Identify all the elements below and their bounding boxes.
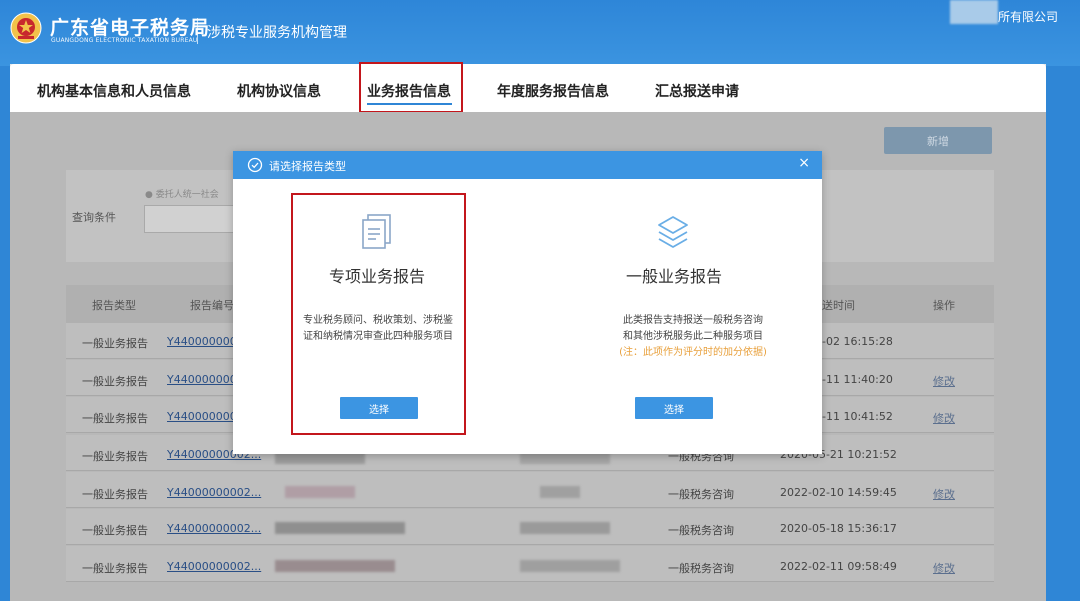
row-time: -11 11:40:20 [822, 373, 893, 386]
row-code-link[interactable]: Y440000000 [167, 335, 237, 348]
row-type: 一般业务报告 [82, 562, 148, 575]
dialog-title: 请选择报告类型 [269, 160, 346, 173]
row-code-link[interactable]: Y440000000 [167, 373, 237, 386]
redacted-block [275, 560, 395, 572]
redacted-block [520, 522, 610, 534]
top-header: 广东省电子税务局 GUANGDONG ELECTRONIC TAXATION B… [0, 0, 1080, 66]
tab-summary-submit[interactable]: 汇总报送申请 [655, 81, 739, 101]
header-divider [197, 18, 198, 44]
row-time: 2022-02-10 14:59:45 [780, 486, 897, 499]
tax-bureau-emblem-icon [10, 12, 42, 44]
close-icon[interactable]: × [798, 155, 810, 171]
th-report-code: 报告编号 [190, 299, 234, 312]
row-type: 一般业务报告 [82, 412, 148, 425]
tab-bar: 机构基本信息和人员信息 机构协议信息 业务报告信息 年度服务报告信息 汇总报送申… [10, 64, 1046, 112]
row-edit-link[interactable]: 修改 [933, 410, 955, 426]
site-subtitle: GUANGDONG ELECTRONIC TAXATION BUREAU [51, 37, 198, 44]
th-report-type: 报告类型 [92, 299, 136, 312]
row-edit-link[interactable]: 修改 [933, 486, 955, 502]
row-edit-link[interactable]: 修改 [933, 560, 955, 576]
site-title: 广东省电子税务局 [50, 17, 211, 39]
row-code-link[interactable]: Y440000000 [167, 410, 237, 423]
highlight-box-special [291, 193, 466, 435]
row-time: 2020-05-18 15:36:17 [780, 522, 897, 535]
system-name: 涉税专业服务机构管理 [207, 25, 347, 41]
general-desc-line1: 此类报告支持报送一般税务咨询 [623, 315, 763, 326]
row-code-link[interactable]: Y44000000002... [167, 486, 261, 499]
query-input[interactable] [144, 205, 236, 233]
row-time: 2022-02-11 09:58:49 [780, 560, 897, 573]
general-report-title: 一般业务报告 [626, 267, 723, 286]
row-service: 一般税务咨询 [668, 524, 734, 537]
general-desc-line2: 和其他涉税服务此二种服务项目 [623, 331, 763, 342]
redacted-block [275, 522, 405, 534]
row-time: -02 16:15:28 [822, 335, 893, 348]
dialog-header: 请选择报告类型 × [233, 151, 822, 179]
row-edit-link[interactable]: 修改 [933, 373, 955, 389]
tab-annual-report[interactable]: 年度服务报告信息 [497, 81, 609, 101]
tab-agreement-info[interactable]: 机构协议信息 [237, 81, 321, 101]
row-type: 一般业务报告 [82, 450, 148, 463]
general-report-desc: 此类报告支持报送一般税务咨询 和其他涉税服务此二种服务项目 (注：此项作为评分时… [598, 313, 788, 361]
row-service: 一般税务咨询 [668, 562, 734, 575]
th-action: 操作 [933, 299, 955, 312]
select-general-button[interactable]: 选择 [635, 397, 713, 419]
redacted-block [540, 486, 580, 498]
th-submit-time: 送时间 [822, 299, 855, 312]
row-type: 一般业务报告 [82, 337, 148, 350]
redacted-block [520, 560, 620, 572]
row-code-link[interactable]: Y44000000002... [167, 560, 261, 573]
user-name-blurred [950, 0, 998, 24]
user-company[interactable]: 所有限公司 [998, 8, 1058, 25]
add-button[interactable]: 新增 [884, 127, 992, 154]
row-type: 一般业务报告 [82, 488, 148, 501]
query-label: 查询条件 [72, 211, 116, 224]
row-code-link[interactable]: Y44000000002... [167, 522, 261, 535]
row-service: 一般税务咨询 [668, 488, 734, 501]
check-circle-icon [247, 157, 263, 173]
row-type: 一般业务报告 [82, 524, 148, 537]
option-general-report[interactable]: 一般业务报告 此类报告支持报送一般税务咨询 和其他涉税服务此二种服务项目 (注：… [528, 179, 822, 454]
row-time: -11 10:41:52 [822, 410, 893, 423]
highlight-box-tab [359, 62, 463, 113]
redacted-block [285, 486, 355, 498]
query-hint: ● 委托人统一社会 [145, 190, 219, 200]
layers-icon [658, 216, 688, 248]
row-type: 一般业务报告 [82, 375, 148, 388]
general-desc-note: (注：此项作为评分时的加分依据) [619, 347, 767, 358]
tab-basic-info[interactable]: 机构基本信息和人员信息 [37, 81, 191, 101]
